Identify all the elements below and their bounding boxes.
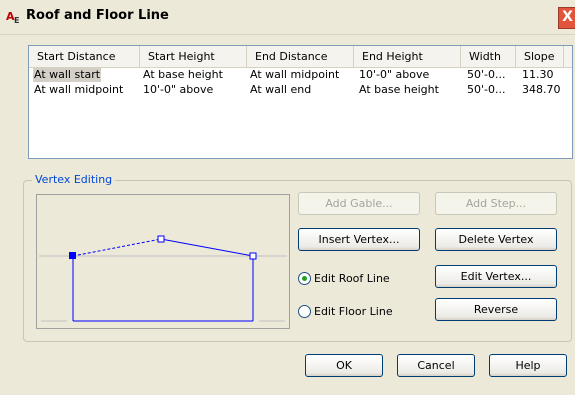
table-cell: 10'-0" above bbox=[359, 68, 430, 81]
table-cell: At wall midpoint bbox=[34, 83, 124, 96]
title-bar: AE Roof and Floor Line X bbox=[0, 0, 575, 35]
column-start-distance[interactable]: Start Distance bbox=[29, 46, 140, 67]
table-cell: 10'-0" above bbox=[143, 83, 214, 96]
table-cell: At base height bbox=[359, 83, 439, 96]
vertex-editing-label: Vertex Editing bbox=[32, 173, 116, 186]
column-width[interactable]: Width bbox=[461, 46, 516, 67]
table-row[interactable]: At wall start At base height At wall mid… bbox=[29, 68, 572, 82]
add-gable-button[interactable]: Add Gable... bbox=[298, 192, 420, 215]
table-cell: At wall midpoint bbox=[250, 68, 340, 81]
column-end-distance[interactable]: End Distance bbox=[247, 46, 354, 67]
cancel-button[interactable]: Cancel bbox=[397, 354, 475, 377]
close-icon[interactable]: X bbox=[558, 7, 575, 29]
table-row[interactable]: At wall midpoint 10'-0" above At wall en… bbox=[29, 83, 572, 97]
column-end-height[interactable]: End Height bbox=[354, 46, 461, 67]
app-icon: AE bbox=[6, 10, 20, 25]
roof-segment-2 bbox=[160, 238, 254, 257]
vertex-mid-marker[interactable] bbox=[157, 235, 165, 243]
roof-line-diagram bbox=[39, 235, 287, 322]
vertex-start-marker[interactable] bbox=[69, 252, 76, 259]
line-preview bbox=[36, 194, 290, 329]
table-cell: At wall end bbox=[250, 83, 312, 96]
help-button[interactable]: Help bbox=[489, 354, 567, 377]
table-cell: 11.30 bbox=[522, 68, 554, 81]
roof-segment-1 bbox=[72, 238, 162, 257]
add-step-button[interactable]: Add Step... bbox=[435, 192, 557, 215]
edit-roof-line-label[interactable]: Edit Roof Line bbox=[314, 272, 390, 285]
delete-vertex-button[interactable]: Delete Vertex bbox=[435, 228, 557, 251]
edit-floor-line-label[interactable]: Edit Floor Line bbox=[314, 305, 393, 318]
column-slope[interactable]: Slope bbox=[516, 46, 564, 67]
insert-vertex-button[interactable]: Insert Vertex... bbox=[298, 228, 420, 251]
table-cell: At base height bbox=[143, 68, 223, 81]
edit-floor-line-radio[interactable] bbox=[298, 305, 311, 318]
edit-roof-line-radio[interactable] bbox=[298, 272, 311, 285]
edit-vertex-button[interactable]: Edit Vertex... bbox=[435, 265, 557, 288]
vertex-end-marker[interactable] bbox=[249, 252, 257, 260]
table-cell: 50'-0... bbox=[467, 68, 506, 81]
table-cell: At wall start bbox=[33, 68, 102, 82]
ok-button[interactable]: OK bbox=[305, 354, 383, 377]
table-cell: 348.70 bbox=[522, 83, 561, 96]
table-cell: 50'-0... bbox=[467, 83, 506, 96]
reverse-button[interactable]: Reverse bbox=[435, 298, 557, 321]
dialog-title: Roof and Floor Line bbox=[26, 8, 169, 23]
segment-list[interactable]: Start Distance Start Height End Distance… bbox=[28, 45, 573, 159]
list-header: Start Distance Start Height End Distance… bbox=[29, 46, 572, 68]
column-start-height[interactable]: Start Height bbox=[140, 46, 247, 67]
